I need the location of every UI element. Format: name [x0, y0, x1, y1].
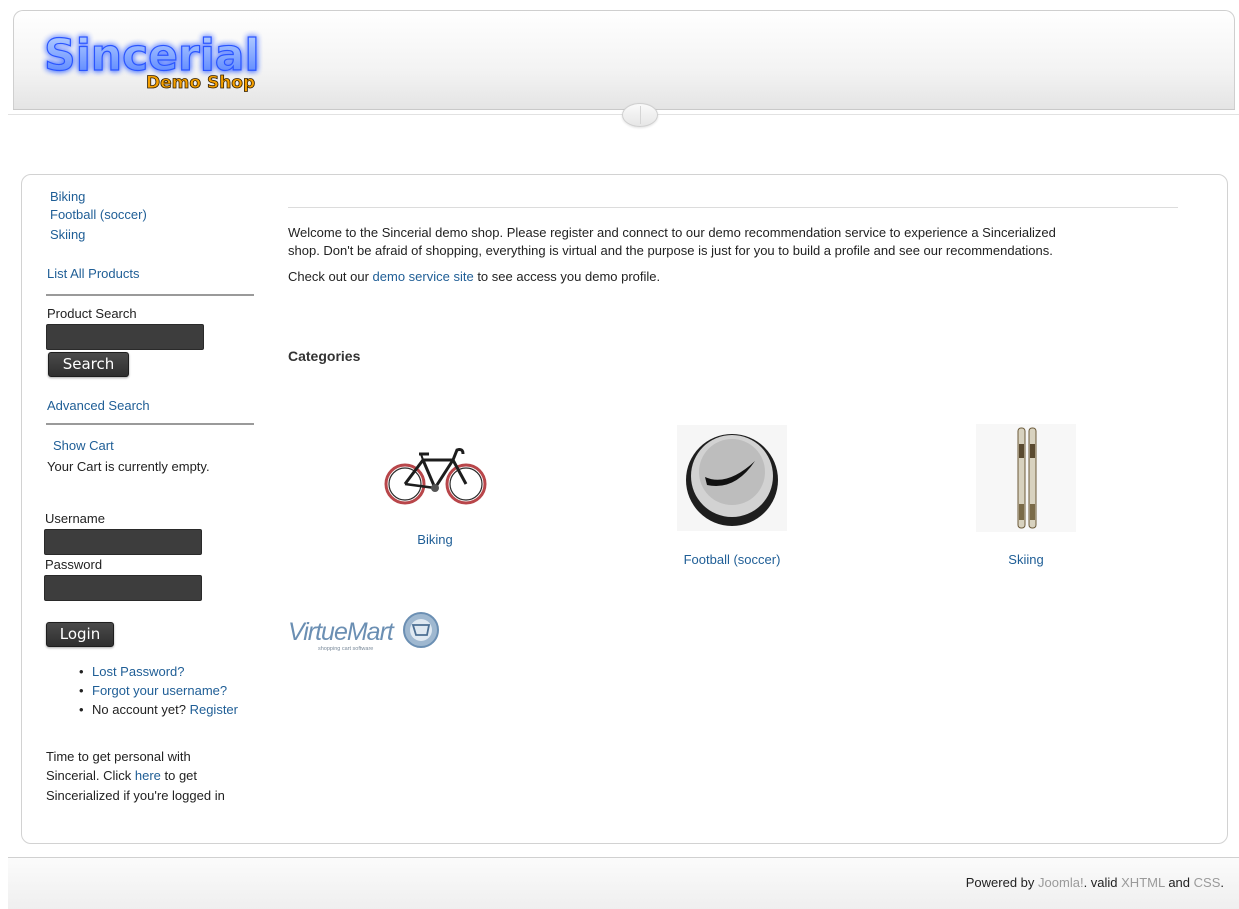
product-search-label: Product Search [47, 306, 137, 321]
sidebar-divider [46, 423, 254, 425]
username-field[interactable] [44, 529, 202, 555]
checkout-pre: Check out our [288, 269, 373, 284]
register-link[interactable]: Register [190, 702, 238, 717]
cart-status-text: Your Cart is currently empty. [47, 459, 210, 474]
powered-by-text: Powered by [965, 875, 1039, 890]
lost-password-link[interactable]: Lost Password? [79, 664, 184, 679]
sidebar-divider [46, 294, 254, 296]
site-footer: Powered by Joomla!. valid XHTML and CSS. [8, 857, 1239, 909]
login-button[interactable]: Login [46, 622, 114, 647]
and-text: and [1164, 875, 1194, 890]
virtuemart-tagline: shopping cart software [318, 646, 373, 652]
promo-line-2-pre: Sincerial. Click [46, 768, 135, 783]
soccer-ball-icon[interactable] [677, 425, 787, 531]
product-search-input[interactable] [46, 324, 204, 350]
css-link[interactable]: CSS [1194, 875, 1221, 890]
category-link-biking[interactable]: Biking [385, 532, 485, 547]
show-cart-link[interactable]: Show Cart [53, 438, 114, 453]
bicycle-icon[interactable] [383, 444, 489, 508]
no-account-text: No account yet? [92, 702, 186, 717]
sidebar-category-football[interactable]: Football (soccer) [50, 207, 147, 222]
category-link-skiing[interactable]: Skiing [976, 552, 1076, 567]
demo-service-site-link[interactable]: demo service site [373, 269, 474, 284]
promo-line-2-post: to get [160, 768, 198, 783]
checkout-text: Check out our demo service site to see a… [288, 268, 1168, 286]
promo-line-2: Sincerial. Click here to get [46, 768, 197, 783]
search-button[interactable]: Search [48, 352, 129, 377]
sidebar-category-biking[interactable]: Biking [50, 189, 85, 204]
valid-text: . valid [1083, 875, 1122, 890]
categories-heading: Categories [288, 348, 361, 364]
forgot-username-link[interactable]: Forgot your username? [79, 683, 227, 698]
welcome-line-1: Welcome to the Sincerial demo shop. Plea… [288, 225, 1056, 240]
list-all-products-link[interactable]: List All Products [47, 266, 140, 281]
sidebar-category-skiing[interactable]: Skiing [50, 227, 85, 242]
footer-period: . [1220, 875, 1224, 890]
password-field[interactable] [44, 575, 202, 601]
footer-credits: Powered by Joomla!. valid XHTML and CSS. [966, 875, 1224, 890]
promo-line-3: Sincerialized if you're logged in [46, 788, 225, 803]
promo-here-link[interactable]: here [135, 768, 161, 783]
joomla-link[interactable]: Joomla! [1038, 875, 1084, 890]
username-label: Username [45, 511, 105, 526]
welcome-text: Welcome to the Sincerial demo shop. Plea… [288, 224, 1168, 260]
content-divider [288, 207, 1178, 208]
sincerial-logo[interactable]: Sincerial Demo Shop [40, 22, 280, 100]
virtuemart-logo[interactable]: VirtueMart shopping cart software [288, 610, 444, 654]
no-account-item: No account yet? Register [79, 702, 238, 717]
virtuemart-logo-text: VirtueMart [288, 618, 395, 646]
password-label: Password [45, 557, 103, 572]
category-link-football[interactable]: Football (soccer) [662, 552, 802, 567]
promo-line-1: Time to get personal with [46, 749, 191, 764]
checkout-post: to see access you demo profile. [473, 269, 661, 284]
advanced-search-link[interactable]: Advanced Search [47, 398, 150, 413]
xhtml-link[interactable]: XHTML [1121, 875, 1165, 890]
welcome-line-2: shop. Don't be afraid of shopping, every… [288, 243, 1053, 258]
logo-sub-text: Demo Shop [146, 73, 255, 93]
skis-icon[interactable] [976, 424, 1076, 532]
header-collapse-knob [622, 103, 658, 127]
